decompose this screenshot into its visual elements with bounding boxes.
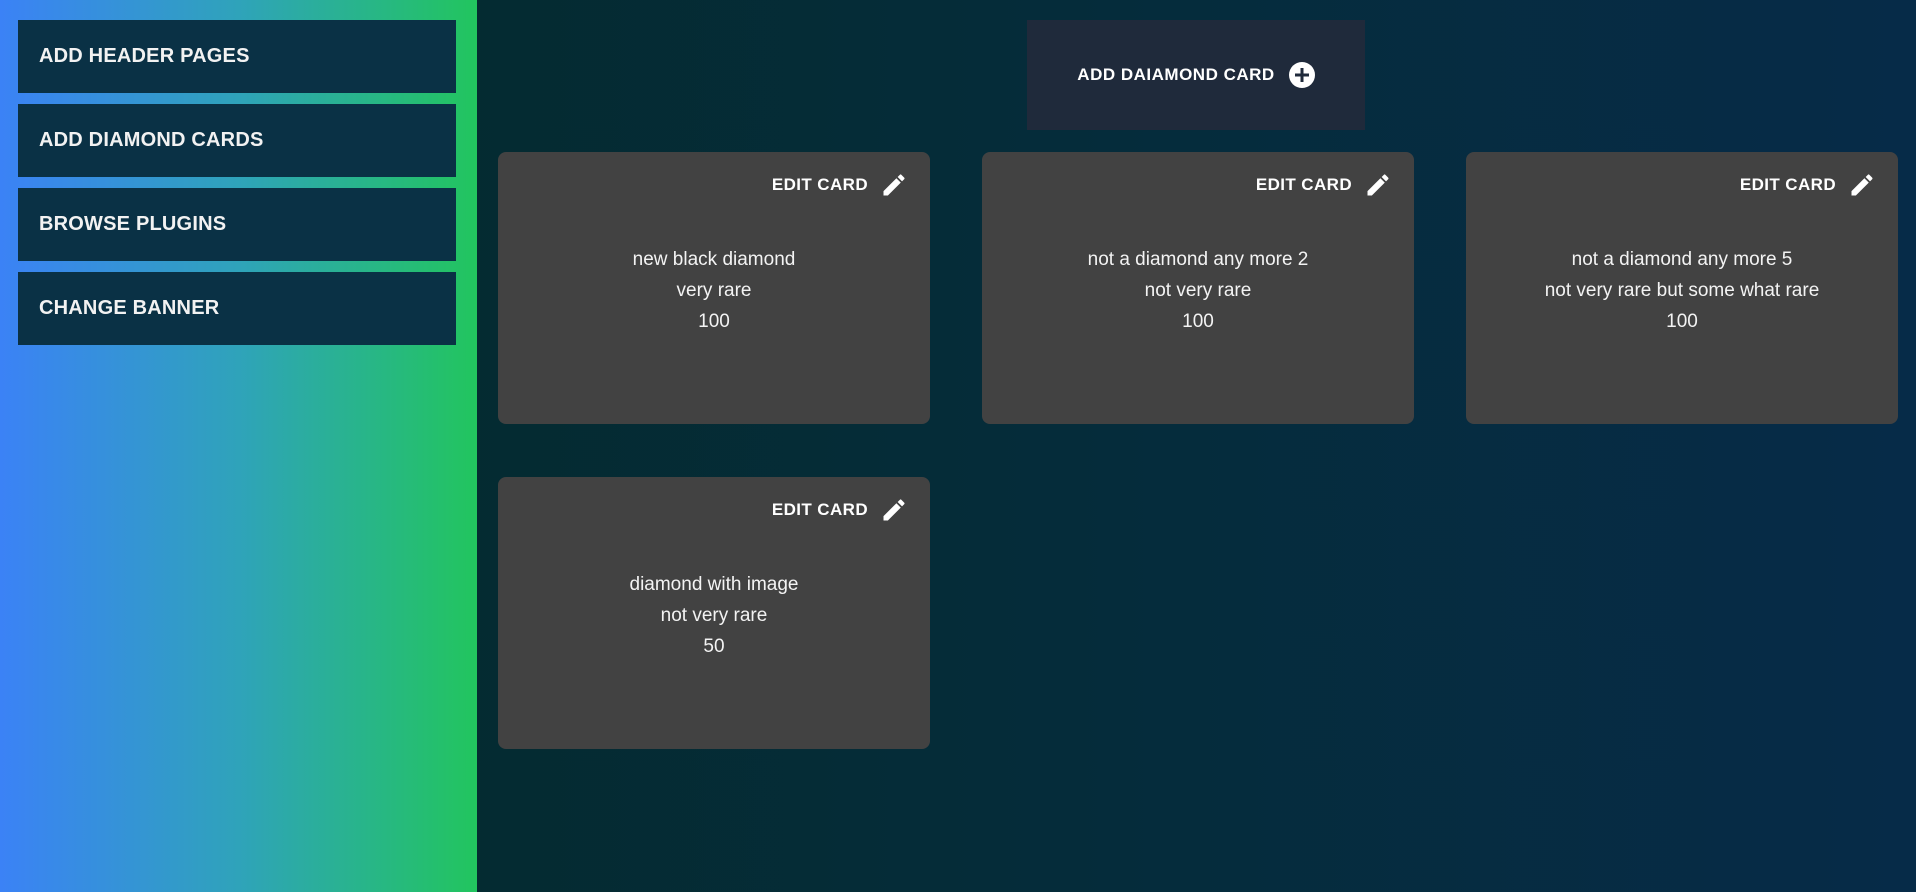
card-rarity: not very rare: [660, 605, 768, 626]
edit-card-button[interactable]: EDIT CARD: [1256, 171, 1392, 199]
pencil-icon: [883, 174, 905, 196]
card-value: 100: [1666, 311, 1698, 332]
card-details: not a diamond any more 2 not very rare 1…: [982, 244, 1414, 337]
main-content: ADD DAIAMOND CARD EDIT CARD new black di…: [477, 0, 1916, 892]
card-rarity: not very rare but some what rare: [1544, 280, 1820, 301]
card-name: new black diamond: [632, 249, 796, 270]
diamond-card: EDIT CARD new black diamond very rare 10…: [498, 152, 930, 424]
edit-card-label: EDIT CARD: [1739, 175, 1836, 194]
add-diamond-card-label: ADD DAIAMOND CARD: [1077, 65, 1275, 84]
card-value: 100: [698, 311, 730, 332]
edit-card-button[interactable]: EDIT CARD: [1740, 171, 1876, 199]
edit-card-label: EDIT CARD: [771, 500, 868, 519]
edit-card-button[interactable]: EDIT CARD: [772, 496, 908, 524]
card-details: not a diamond any more 5 not very rare b…: [1466, 244, 1898, 337]
card-name: not a diamond any more 5: [1571, 249, 1793, 270]
card-rarity: not very rare: [1144, 280, 1252, 301]
pencil-icon: [883, 499, 905, 521]
edit-card-label: EDIT CARD: [1255, 175, 1352, 194]
diamond-card: EDIT CARD not a diamond any more 5 not v…: [1466, 152, 1898, 424]
edit-card-label: EDIT CARD: [771, 175, 868, 194]
card-value: 100: [1182, 311, 1214, 332]
pencil-icon: [1367, 174, 1389, 196]
edit-card-button[interactable]: EDIT CARD: [772, 171, 908, 199]
add-diamond-card-button[interactable]: ADD DAIAMOND CARD: [1027, 20, 1365, 130]
sidebar: ADD HEADER PAGES ADD DIAMOND CARDS BROWS…: [0, 0, 477, 892]
sidebar-item-add-header-pages[interactable]: ADD HEADER PAGES: [18, 20, 456, 93]
sidebar-item-browse-plugins[interactable]: BROWSE PLUGINS: [18, 188, 456, 261]
sidebar-item-add-diamond-cards[interactable]: ADD DIAMOND CARDS: [18, 104, 456, 177]
card-details: new black diamond very rare 100: [498, 244, 930, 337]
card-name: diamond with image: [629, 574, 799, 595]
card-rarity: very rare: [676, 280, 752, 301]
plus-circle-icon: [1288, 62, 1315, 88]
sidebar-item-change-banner[interactable]: CHANGE BANNER: [18, 272, 456, 345]
diamond-card: EDIT CARD not a diamond any more 2 not v…: [982, 152, 1414, 424]
pencil-icon: [1851, 174, 1873, 196]
card-value: 50: [703, 636, 725, 657]
diamond-card: EDIT CARD diamond with image not very ra…: [498, 477, 930, 749]
card-details: diamond with image not very rare 50: [498, 569, 930, 662]
card-name: not a diamond any more 2: [1087, 249, 1309, 270]
